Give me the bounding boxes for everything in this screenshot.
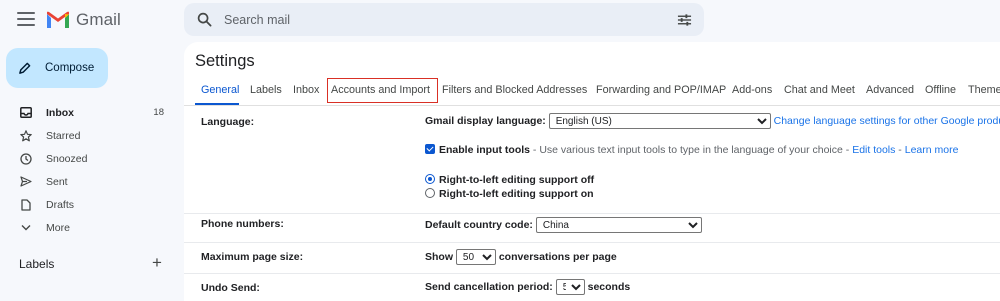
edit-tools-link[interactable]: Edit tools bbox=[852, 144, 895, 156]
country-code-select[interactable]: China bbox=[535, 217, 702, 233]
search-icon[interactable] bbox=[184, 12, 224, 27]
input-tools-label: Enable input tools bbox=[439, 144, 530, 156]
language-row: Language: Gmail display language: Englis… bbox=[184, 106, 1000, 214]
send-icon bbox=[19, 176, 33, 187]
tab-offline[interactable]: Offline bbox=[925, 84, 956, 96]
tab-forwarding-and-pop-imap[interactable]: Forwarding and POP/IMAP bbox=[596, 84, 726, 96]
rtl-off-label: Right-to-left editing support off bbox=[439, 174, 595, 186]
draft-icon bbox=[19, 198, 33, 211]
page-title: Settings bbox=[195, 52, 255, 70]
country-code-label: Default country code: bbox=[425, 218, 533, 231]
display-language-setting: Gmail display language: English (US) Cha… bbox=[425, 113, 1000, 129]
page-size-setting: Show 50 conversations per page bbox=[425, 249, 617, 265]
sidebar-item-more[interactable]: More bbox=[0, 216, 176, 239]
display-language-label: Gmail display language: bbox=[425, 114, 546, 127]
main-menu-icon[interactable] bbox=[17, 12, 35, 26]
rtl-on-label: Right-to-left editing support on bbox=[439, 188, 594, 200]
settings-tabs: General Labels Inbox Accounts and Import… bbox=[184, 78, 1000, 106]
undo-send-label: Undo Send: bbox=[201, 282, 260, 294]
rtl-on-option[interactable]: Right-to-left editing support on bbox=[425, 188, 594, 200]
sidebar-nav: Inbox 18 Starred Snoozed Sent Drafts Mor… bbox=[0, 101, 176, 239]
phone-numbers-row: Phone numbers: Default country code: Chi… bbox=[184, 214, 1000, 243]
page-size-label: Maximum page size: bbox=[201, 251, 304, 263]
sidebar-item-label: Sent bbox=[46, 175, 68, 188]
rtl-on-radio[interactable] bbox=[425, 188, 435, 198]
cancellation-period-label: Send cancellation period: bbox=[425, 280, 553, 293]
tab-inbox[interactable]: Inbox bbox=[293, 84, 319, 96]
active-tab-indicator bbox=[195, 103, 239, 105]
gmail-logo[interactable]: Gmail bbox=[46, 8, 121, 32]
phone-numbers-label: Phone numbers: bbox=[201, 218, 284, 230]
chevron-down-icon bbox=[19, 224, 33, 231]
sidebar-item-label: More bbox=[46, 221, 70, 234]
sidebar-item-label: Drafts bbox=[46, 198, 75, 211]
seconds-label: seconds bbox=[587, 280, 631, 293]
clock-icon bbox=[19, 152, 33, 165]
tab-general[interactable]: General bbox=[201, 84, 239, 96]
display-language-select[interactable]: English (US) bbox=[548, 113, 771, 129]
settings-panel: Settings General Labels Inbox Accounts a… bbox=[184, 42, 1000, 301]
rtl-off-option[interactable]: Right-to-left editing support off bbox=[425, 174, 594, 186]
undo-send-setting: Send cancellation period: 5 seconds bbox=[425, 279, 630, 295]
pencil-icon bbox=[19, 62, 31, 74]
sidebar-item-label: Inbox bbox=[46, 106, 74, 119]
link-separator: - bbox=[895, 144, 905, 156]
sidebar-item-snoozed[interactable]: Snoozed bbox=[0, 147, 176, 170]
add-label-button[interactable]: + bbox=[152, 254, 162, 272]
sidebar-item-drafts[interactable]: Drafts bbox=[0, 193, 176, 216]
inbox-icon bbox=[19, 107, 33, 118]
input-tools-setting: Enable input tools - Use various text in… bbox=[425, 144, 958, 156]
page-size-row: Maximum page size: Show 50 conversations… bbox=[184, 243, 1000, 274]
tab-filters-and-blocked-addresses[interactable]: Filters and Blocked Addresses bbox=[442, 84, 587, 96]
show-label: Show bbox=[425, 250, 453, 263]
sidebar-item-sent[interactable]: Sent bbox=[0, 170, 176, 193]
search-options-icon[interactable] bbox=[664, 13, 704, 27]
inbox-count: 18 bbox=[153, 107, 164, 118]
accounts-tab-highlight-box bbox=[327, 78, 438, 103]
language-label: Language: bbox=[201, 116, 255, 128]
undo-send-row: Undo Send: Send cancellation period: 5 s… bbox=[184, 274, 1000, 301]
gmail-m-icon bbox=[47, 11, 69, 28]
sidebar-item-inbox[interactable]: Inbox 18 bbox=[0, 101, 176, 124]
sidebar-item-label: Snoozed bbox=[46, 152, 88, 165]
tab-add-ons[interactable]: Add-ons bbox=[732, 84, 772, 96]
page-size-select[interactable]: 50 bbox=[455, 249, 496, 265]
tab-chat-and-meet[interactable]: Chat and Meet bbox=[784, 84, 855, 96]
search-bar[interactable] bbox=[184, 3, 704, 36]
country-code-setting: Default country code: China bbox=[425, 217, 702, 233]
input-tools-checkbox[interactable] bbox=[425, 144, 435, 154]
input-tools-description: - Use various text input tools to type i… bbox=[530, 144, 853, 156]
change-language-link[interactable]: Change language settings for other Googl… bbox=[774, 115, 1000, 127]
app-name: Gmail bbox=[76, 10, 121, 29]
tab-themes[interactable]: Themes bbox=[968, 84, 1000, 96]
tab-labels[interactable]: Labels bbox=[250, 84, 282, 96]
sidebar-item-label: Starred bbox=[46, 129, 81, 142]
rtl-off-radio[interactable] bbox=[425, 174, 435, 184]
page-size-suffix: conversations per page bbox=[498, 250, 617, 263]
sidebar-item-starred[interactable]: Starred bbox=[0, 124, 176, 147]
cancellation-period-select[interactable]: 5 bbox=[555, 279, 585, 295]
learn-more-link[interactable]: Learn more bbox=[905, 144, 959, 156]
tab-advanced[interactable]: Advanced bbox=[866, 84, 914, 96]
search-input[interactable] bbox=[224, 12, 664, 27]
compose-label: Compose bbox=[45, 62, 95, 74]
star-icon bbox=[19, 129, 33, 142]
labels-heading: Labels bbox=[19, 257, 55, 271]
compose-button[interactable]: Compose bbox=[6, 48, 108, 88]
